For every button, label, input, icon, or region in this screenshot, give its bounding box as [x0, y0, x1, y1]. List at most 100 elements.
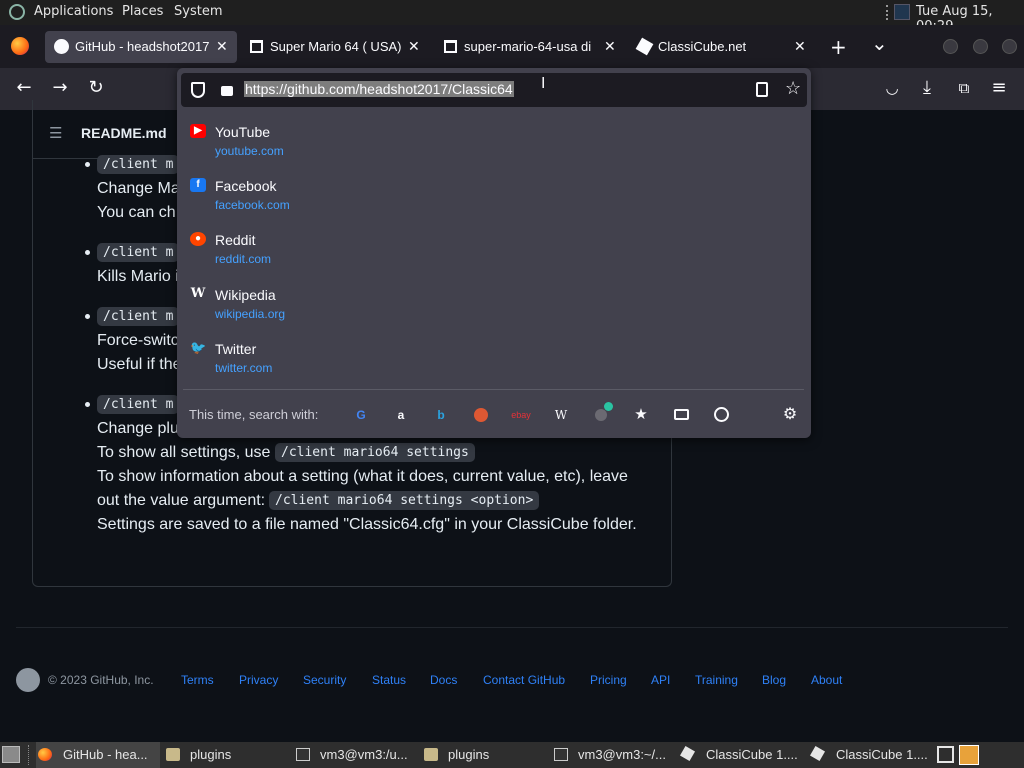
- footer-link-about[interactable]: About: [811, 673, 842, 687]
- workspace-switcher-1[interactable]: [937, 746, 954, 763]
- lock-icon[interactable]: [221, 86, 233, 96]
- back-arrow-icon[interactable]: ←: [12, 78, 36, 98]
- tab-super-mario-64[interactable]: Super Mario 64 ( USA) ✕: [240, 31, 430, 63]
- downloads-icon[interactable]: ⤓: [915, 78, 939, 98]
- suggestion-facebook[interactable]: f Facebook facebook.com: [177, 172, 811, 224]
- applications-menu[interactable]: Applications: [34, 4, 113, 19]
- taskbar-item-plugins[interactable]: plugins: [422, 742, 546, 768]
- settings-info-text: To show information about a setting (wha…: [97, 468, 628, 485]
- separator-dots-icon: [886, 5, 889, 20]
- tab-label: ClassiCube.net: [658, 39, 747, 54]
- suggestion-reddit[interactable]: ● Reddit reddit.com: [177, 226, 811, 278]
- bullet-icon: [85, 314, 90, 319]
- tab-super-mario-64-usa[interactable]: super-mario-64-usa di ✕: [434, 31, 624, 63]
- command-description: Change plu: [97, 420, 179, 437]
- hamburger-menu-icon[interactable]: ≡: [987, 78, 1011, 98]
- suggestion-wikipedia[interactable]: W Wikipedia wikipedia.org: [177, 281, 811, 333]
- footer-link-api[interactable]: API: [651, 673, 670, 687]
- command-code: /client m: [97, 395, 180, 414]
- github-icon: [54, 39, 69, 54]
- footer-link-privacy[interactable]: Privacy: [239, 673, 278, 687]
- duckduckgo-icon[interactable]: [470, 404, 492, 426]
- url-input-box[interactable]: https://github.com/headshot2017/Classic6…: [181, 73, 807, 107]
- new-tab-button[interactable]: +: [830, 35, 847, 59]
- suggestion-url: wikipedia.org: [215, 307, 286, 321]
- classicube-icon: [680, 745, 696, 762]
- show-desktop-icon[interactable]: [2, 746, 20, 763]
- footer-divider: [16, 627, 1008, 628]
- footer-link-training[interactable]: Training: [695, 673, 738, 687]
- reader-view-icon[interactable]: [756, 82, 768, 97]
- amazon-icon[interactable]: a: [390, 404, 412, 426]
- footer-link-security[interactable]: Security: [303, 673, 346, 687]
- tab-close-button[interactable]: ✕: [408, 38, 420, 55]
- pocket-icon[interactable]: ◡: [880, 78, 904, 98]
- tab-close-button[interactable]: ✕: [794, 38, 806, 55]
- google-icon[interactable]: G: [350, 404, 372, 426]
- taskbar-item-terminal[interactable]: vm3@vm3:/u...: [294, 742, 418, 768]
- firefox-menu-icon[interactable]: [11, 37, 29, 55]
- taskbar-item-classicube[interactable]: ClassiCube 1....: [680, 742, 804, 768]
- footer-link-pricing[interactable]: Pricing: [590, 673, 627, 687]
- tab-github[interactable]: GitHub - headshot2017 ✕: [45, 31, 237, 63]
- bookmark-star-icon[interactable]: ☆: [785, 78, 801, 99]
- reddit-icon: ●: [190, 232, 206, 246]
- settings-command-code: /client mario64 settings: [275, 443, 475, 462]
- system-menu[interactable]: System: [174, 4, 222, 19]
- footer-link-contact[interactable]: Contact GitHub: [483, 673, 565, 687]
- classicube-icon: [810, 745, 826, 762]
- suggestion-title: Twitter: [215, 341, 257, 357]
- list-all-tabs-button[interactable]: ⌄: [871, 31, 888, 55]
- taskbar-item-label: GitHub - hea...: [63, 747, 148, 762]
- wikipedia-icon[interactable]: W: [550, 404, 572, 426]
- suggestion-twitter[interactable]: 🐦 Twitter twitter.com: [177, 335, 811, 387]
- footer-link-docs[interactable]: Docs: [430, 673, 457, 687]
- close-window-button[interactable]: [1002, 39, 1017, 54]
- tracking-shield-icon[interactable]: [191, 82, 205, 98]
- footer-link-terms[interactable]: Terms: [181, 673, 214, 687]
- search-settings-gear-icon[interactable]: ⚙: [779, 404, 801, 426]
- taskbar-item-plugins[interactable]: plugins: [164, 742, 288, 768]
- twitter-icon: 🐦: [190, 340, 207, 355]
- extensions-icon[interactable]: ⧉: [952, 78, 976, 98]
- tab-close-button[interactable]: ✕: [216, 38, 228, 55]
- outline-list-icon[interactable]: ☰: [49, 124, 62, 142]
- places-menu[interactable]: Places: [122, 4, 163, 19]
- suggestion-url: reddit.com: [215, 252, 272, 266]
- bing-icon[interactable]: b: [430, 404, 452, 426]
- footer-link-status[interactable]: Status: [372, 673, 406, 687]
- settings-saved-text: Settings are saved to a file named "Clas…: [97, 516, 637, 533]
- tab-close-button[interactable]: ✕: [604, 38, 616, 55]
- maximize-button[interactable]: [973, 39, 988, 54]
- wikipedia-icon: W: [190, 286, 206, 301]
- taskbar-separator: [28, 745, 30, 765]
- github-logo-icon[interactable]: [16, 668, 40, 692]
- history-icon[interactable]: [710, 404, 732, 426]
- bookmarks-icon[interactable]: ★: [630, 404, 652, 426]
- taskbar-item-terminal[interactable]: vm3@vm3:~/...: [552, 742, 676, 768]
- minimize-button[interactable]: [943, 39, 958, 54]
- ebay-icon[interactable]: ebay: [510, 404, 532, 426]
- command-code: /client m: [97, 307, 180, 326]
- suggestion-title: Wikipedia: [215, 287, 276, 303]
- tab-classicube[interactable]: ClassiCube.net ✕: [628, 31, 818, 63]
- url-text[interactable]: https://github.com/headshot2017/Classic6…: [244, 81, 514, 97]
- folder-icon: [424, 748, 438, 761]
- readme-title[interactable]: README.md: [81, 125, 167, 141]
- text-cursor-icon: I: [541, 75, 546, 92]
- add-engine-icon[interactable]: [590, 402, 613, 426]
- workspace-switcher-2[interactable]: [959, 745, 979, 765]
- taskbar-item-firefox[interactable]: GitHub - hea...: [36, 742, 160, 768]
- taskbar-item-classicube[interactable]: ClassiCube 1....: [810, 742, 934, 768]
- tab-label: GitHub - headshot2017: [75, 39, 210, 54]
- reload-icon[interactable]: ↻: [84, 78, 108, 98]
- suggestion-youtube[interactable]: ▶ YouTube youtube.com: [177, 118, 811, 170]
- command-description: Useful if the: [97, 356, 182, 373]
- terminal-icon: [554, 748, 568, 761]
- forward-arrow-icon[interactable]: →: [48, 78, 72, 98]
- tabs-icon[interactable]: [670, 404, 692, 426]
- network-icon[interactable]: [894, 4, 910, 20]
- suggestion-url: facebook.com: [215, 198, 290, 212]
- suggestion-url: twitter.com: [215, 361, 273, 375]
- footer-link-blog[interactable]: Blog: [762, 673, 786, 687]
